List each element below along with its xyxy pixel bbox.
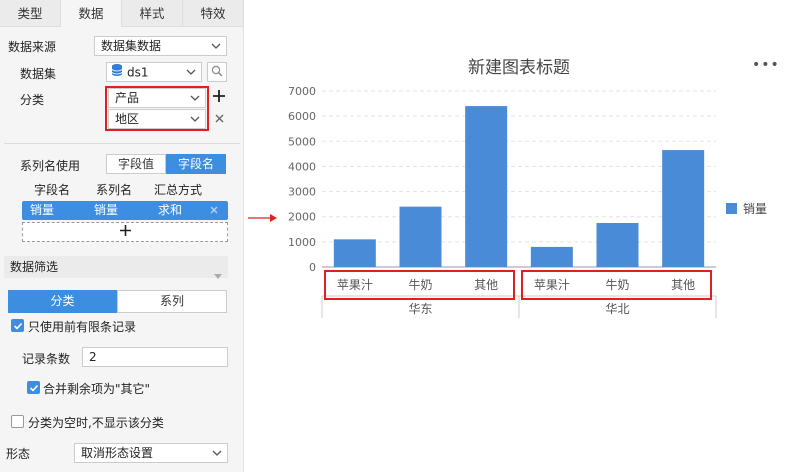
bar-chart: 新建图表标题 0 1000 2000 3000 4000 5000 6000 7000 苹果汁 牛奶… — [288, 58, 767, 318]
y-tick-label: 7000 — [288, 85, 316, 98]
x-tick-label: 牛奶 — [605, 277, 629, 292]
bar — [530, 246, 573, 267]
y-tick-label: 2000 — [288, 211, 316, 224]
group-label: 华北 — [605, 302, 629, 316]
bar — [399, 206, 442, 267]
y-tick-label: 6000 — [288, 110, 316, 123]
legend-swatch — [726, 203, 737, 214]
group-label: 华东 — [408, 302, 432, 316]
x-tick-label: 其他 — [474, 278, 498, 292]
x-tick-label: 苹果汁 — [337, 278, 373, 292]
y-tick-label: 4000 — [288, 160, 316, 173]
bar — [596, 223, 639, 267]
x-tick-label: 苹果汁 — [534, 278, 570, 292]
legend-label: 销量 — [743, 202, 767, 216]
y-tick-label: 0 — [309, 261, 316, 274]
x-tick-label: 牛奶 — [408, 277, 432, 292]
y-tick-label: 3000 — [288, 186, 316, 199]
bar — [465, 106, 508, 267]
bar — [662, 150, 705, 267]
y-tick-label: 5000 — [288, 135, 316, 148]
bar — [333, 239, 376, 267]
chart-title: 新建图表标题 — [468, 58, 570, 78]
y-tick-label: 1000 — [288, 236, 316, 249]
x-tick-label: 其他 — [671, 278, 695, 292]
